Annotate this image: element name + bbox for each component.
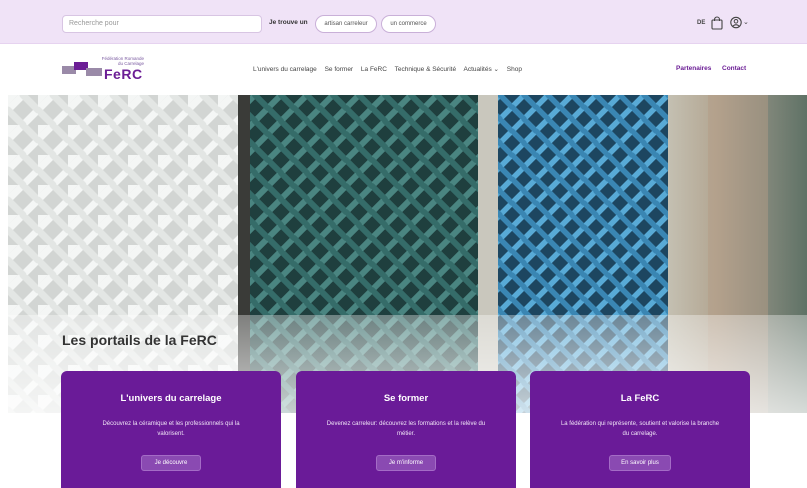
main-navigation: Fédération Romande du Carrelage FeRC L'u…	[0, 45, 807, 95]
menu-item-se-former[interactable]: Se former	[325, 66, 354, 73]
logo-text: FeRC	[104, 66, 143, 82]
ferc-logo[interactable]: Fédération Romande du Carrelage FeRC	[60, 56, 160, 82]
main-menu: L'univers du carrelage Se former La FeRC…	[253, 65, 528, 73]
hero-image	[8, 95, 807, 413]
portal-card-se-former[interactable]: Se former Devenez carreleur: découvrez l…	[296, 371, 516, 488]
card-title: Se former	[383, 393, 429, 404]
contact-link[interactable]: Contact	[722, 65, 746, 72]
learn-more-button[interactable]: En savoir plus	[609, 455, 671, 471]
card-text: Découvrez la céramique et les profession…	[102, 421, 240, 437]
finder-label: Je trouve un	[269, 19, 308, 26]
find-tiler-button[interactable]: artisan carreleur	[315, 15, 377, 33]
portal-card-univers[interactable]: L'univers du carrelage Découvrez la céra…	[61, 371, 281, 488]
language-switch[interactable]: DE	[697, 20, 705, 26]
bag-icon[interactable]	[711, 16, 723, 30]
find-shop-button[interactable]: un commerce	[381, 15, 436, 33]
search-input[interactable]: Recherche pour	[62, 15, 262, 33]
top-utility-bar: Recherche pour Je trouve un artisan carr…	[0, 0, 807, 44]
portal-card-la-ferc[interactable]: La FeRC La fédération qui représente, so…	[530, 371, 750, 488]
menu-item-la-ferc[interactable]: La FeRC	[361, 66, 387, 73]
card-title: La FeRC	[620, 393, 660, 404]
portals-heading: Les portails de la FeRC	[62, 332, 217, 348]
menu-item-univers[interactable]: L'univers du carrelage	[253, 66, 317, 73]
user-icon[interactable]	[730, 16, 742, 29]
logo-subtitle: Fédération Romande du Carrelage	[101, 56, 144, 66]
menu-item-shop[interactable]: Shop	[507, 66, 522, 73]
card-title: L'univers du carrelage	[120, 393, 222, 404]
chevron-down-icon[interactable]: ⌄	[743, 18, 749, 26]
discover-button[interactable]: Je découvre	[141, 455, 201, 471]
menu-item-technique[interactable]: Technique & Sécurité	[395, 66, 456, 73]
partners-link[interactable]: Partenaires	[676, 65, 711, 72]
card-text: La fédération qui représente, soutient e…	[560, 421, 720, 437]
inform-button[interactable]: Je m'informe	[376, 455, 436, 471]
menu-item-actualites[interactable]: Actualités ⌄	[464, 66, 499, 73]
card-text: Devenez carreleur: découvrez les formati…	[326, 421, 486, 437]
